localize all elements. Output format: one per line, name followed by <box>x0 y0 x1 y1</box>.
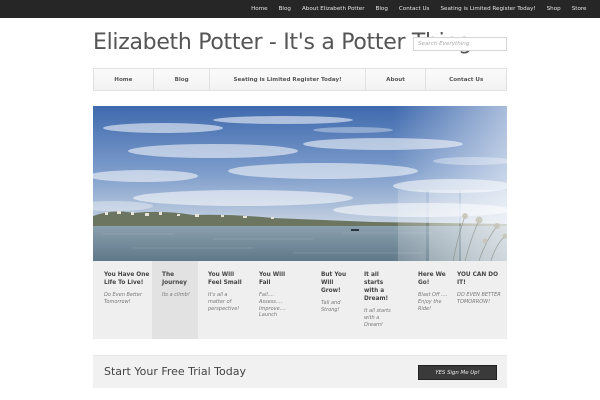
top-nav-about[interactable]: About Elizabeth Potter <box>296 6 370 12</box>
slider-tab-subtitle: It's all a matter of perspective! <box>208 292 240 312</box>
slider-tab-4[interactable]: You Will Fail Fail.... Assess.... Improv… <box>249 261 310 339</box>
slider-tab-7[interactable]: Here We Go! Blast Off .... Enjoy the Rid… <box>409 261 457 339</box>
slider-tab-title: Here We Go! <box>418 272 446 287</box>
slider-tab-subtitle: Do Even Better Tomorrow! <box>104 292 143 305</box>
main-nav-contact[interactable]: Contact Us <box>426 69 506 90</box>
slider-tab-subtitle: Tall and Strong! <box>321 300 341 314</box>
slider-tabs: You Have One Life To Live! Do Even Bette… <box>93 261 507 339</box>
slider-tab-3[interactable]: You Will Feel Small It's all a matter of… <box>198 261 249 339</box>
top-nav: Home Blog About Elizabeth Potter Blog Co… <box>246 0 592 18</box>
main-nav-home[interactable]: Home <box>94 69 154 90</box>
slider-tab-subtitle: Blast Off .... Enjoy the Ride! <box>418 292 448 312</box>
top-nav-register[interactable]: Seating is Limited Register Today! <box>435 6 541 12</box>
top-nav-contact[interactable]: Contact Us <box>393 6 435 12</box>
main-nav: Home Blog Seating is Limited Register To… <box>93 68 507 91</box>
slider-tab-subtitle: Fail.... Assess.... Improve.... Launch <box>259 292 287 319</box>
hero-slide-image <box>93 106 507 261</box>
slider-tab-title: You Will Feel Small <box>208 272 242 287</box>
main-nav-about[interactable]: About <box>366 69 427 90</box>
top-nav-home[interactable]: Home <box>246 6 274 12</box>
cta-banner: Start Your Free Trial Today YES Sign Me … <box>93 355 507 388</box>
slider-tab-subtitle: It all starts with a Dream! <box>364 308 391 328</box>
slider-tab-title: You Will Fail <box>259 272 286 287</box>
slider-tab-subtitle: Its a climb! <box>162 292 190 299</box>
search-input[interactable] <box>413 37 507 51</box>
top-nav-blog[interactable]: Blog <box>273 6 296 12</box>
cta-title: Start Your Free Trial Today <box>104 365 246 378</box>
slider-tab-title: It all starts with a Dream! <box>364 272 389 303</box>
top-bar: Home Blog About Elizabeth Potter Blog Co… <box>0 0 600 18</box>
slider-tab-title: You Have One Life To Live! <box>104 272 150 287</box>
slider-tab-8[interactable]: YOU CAN DO IT! DO EVEN BETTER TOMORROW! <box>457 261 507 339</box>
slider-tab-1[interactable]: You Have One Life To Live! Do Even Bette… <box>93 261 152 339</box>
main-nav-blog[interactable]: Blog <box>154 69 211 90</box>
slider-tab-title: The Journey <box>162 272 187 287</box>
sign-up-button[interactable]: YES Sign Me Up! <box>418 365 497 380</box>
slider-tab-title: YOU CAN DO IT! <box>457 272 498 287</box>
slider-tab-2[interactable]: The Journey Its a climb! <box>152 261 198 339</box>
slider-tab-subtitle: DO EVEN BETTER TOMORROW! <box>457 292 501 305</box>
slider-tab-6[interactable]: It all starts with a Dream! It all start… <box>354 261 409 339</box>
top-nav-shop[interactable]: Shop <box>541 6 566 12</box>
hero-photo <box>93 106 507 261</box>
main-nav-register[interactable]: Seating is Limited Register Today! <box>210 69 366 90</box>
top-nav-blog-2[interactable]: Blog <box>370 6 393 12</box>
slider-tab-title: But You Will Grow! <box>321 272 347 295</box>
top-nav-store[interactable]: Store <box>566 6 592 12</box>
slider-tab-5[interactable]: But You Will Grow! Tall and Strong! <box>310 261 354 339</box>
